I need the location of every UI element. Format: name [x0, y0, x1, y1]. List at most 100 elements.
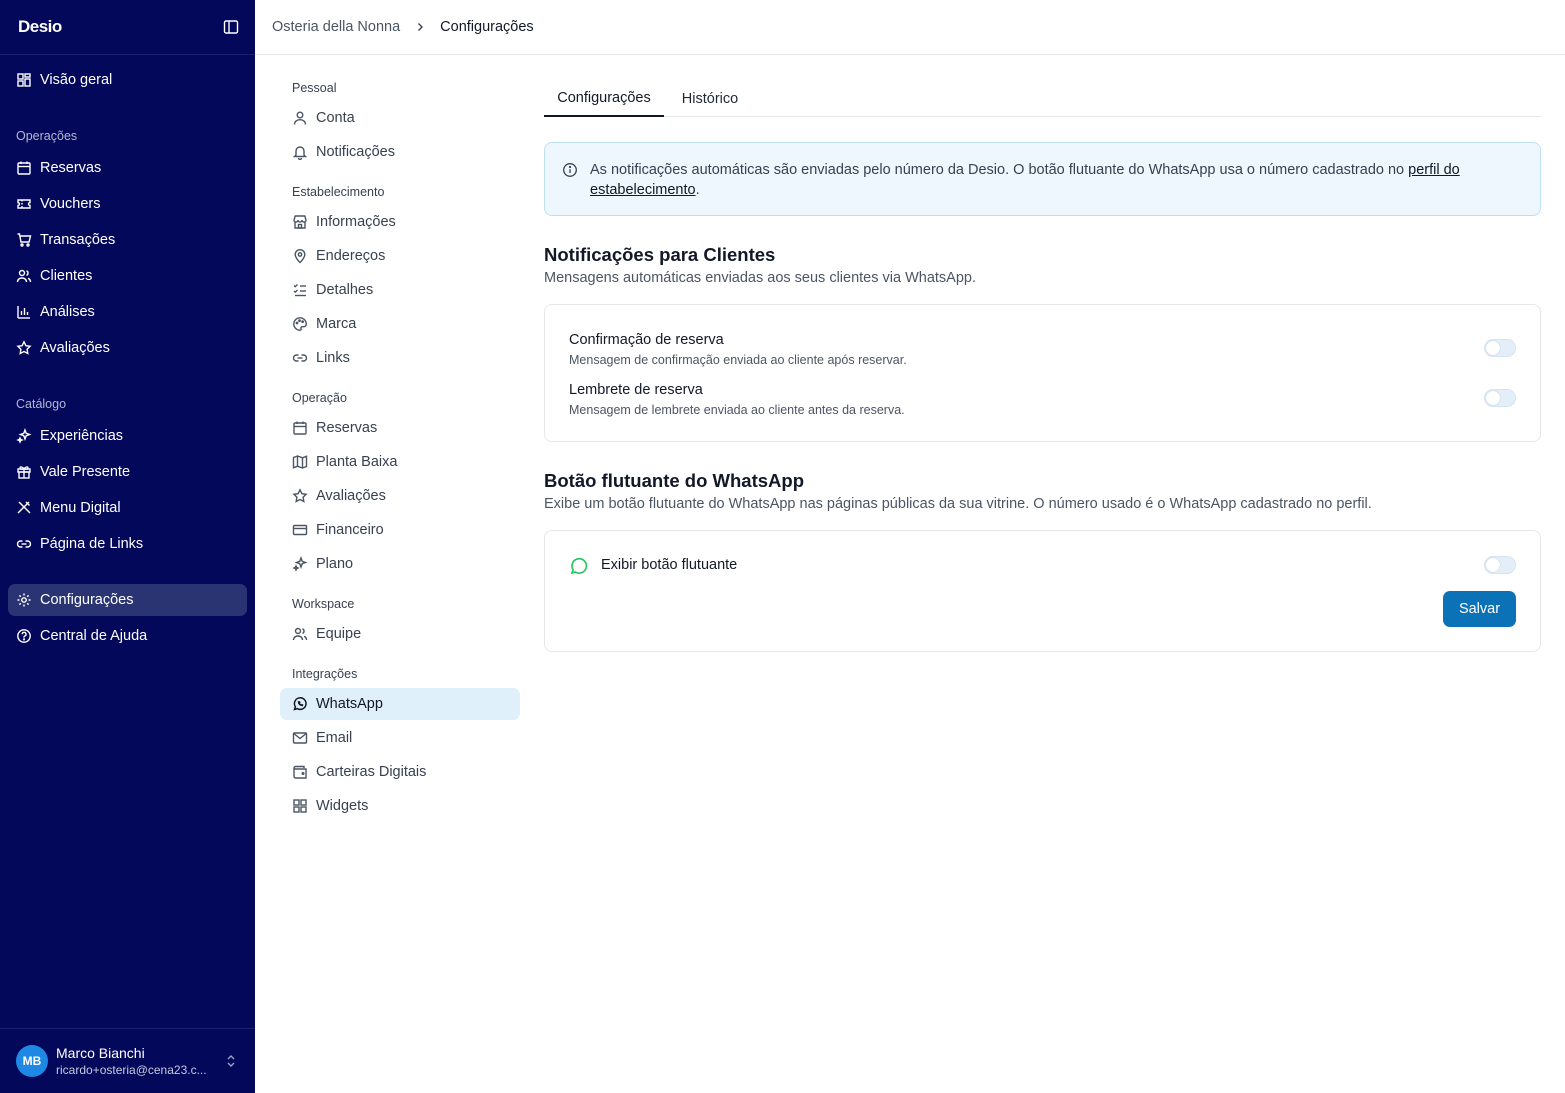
- brand-row: Desio: [0, 0, 255, 55]
- settings-item-label: Avaliações: [316, 488, 386, 504]
- user-email: ricardo+osteria@cena23.c...: [56, 1063, 207, 1077]
- settings-item-links[interactable]: Links: [280, 342, 520, 374]
- save-button[interactable]: Salvar: [1443, 591, 1516, 627]
- settings-item-informacoes[interactable]: Informações: [280, 206, 520, 238]
- mail-icon: [292, 732, 308, 744]
- avatar: MB: [16, 1045, 48, 1077]
- credit-card-icon: [292, 524, 308, 536]
- floating-button-toggle[interactable]: [1484, 556, 1516, 574]
- app-logo[interactable]: Desio: [18, 17, 62, 37]
- sidebar-section-operations: Operações: [16, 129, 78, 143]
- settings-item-label: Email: [316, 730, 353, 746]
- floating-button-description: Exibe um botão flutuante do WhatsApp nas…: [544, 496, 1372, 512]
- sidebar-item-clientes[interactable]: Clientes: [8, 260, 247, 292]
- users-icon: [16, 269, 32, 283]
- booking-reminder-toggle[interactable]: [1484, 389, 1516, 407]
- sparkles-icon: [292, 556, 308, 572]
- tab-configuracoes[interactable]: Configurações: [544, 80, 664, 117]
- sidebar-item-label: Transações: [40, 232, 116, 248]
- floating-button-card: Exibir botão flutuante Salvar: [544, 530, 1541, 652]
- sidebar-item-transacoes[interactable]: Transações: [8, 224, 247, 256]
- floating-button-title: Botão flutuante do WhatsApp: [544, 470, 804, 491]
- booking-confirmation-title: Confirmação de reserva: [569, 332, 724, 348]
- tab-historico[interactable]: Histórico: [668, 80, 752, 117]
- info-icon: [563, 163, 577, 177]
- sidebar-item-menu-digital[interactable]: Menu Digital: [8, 492, 247, 524]
- user-menu[interactable]: MB Marco Bianchi ricardo+osteria@cena23.…: [0, 1028, 255, 1093]
- chevron-up-down-icon[interactable]: [223, 1053, 239, 1069]
- calendar-icon: [17, 161, 31, 175]
- link-icon: [16, 540, 32, 548]
- booking-confirmation-toggle[interactable]: [1484, 339, 1516, 357]
- settings-item-detalhes[interactable]: Detalhes: [280, 274, 520, 306]
- settings-item-marca[interactable]: Marca: [280, 308, 520, 340]
- settings-item-email[interactable]: Email: [280, 722, 520, 754]
- sidebar-item-reservas[interactable]: Reservas: [8, 152, 247, 184]
- settings-item-planta-baixa[interactable]: Planta Baixa: [280, 446, 520, 478]
- sidebar-item-label: Vouchers: [40, 196, 101, 212]
- settings-item-label: Financeiro: [316, 522, 384, 538]
- user-info: Marco Bianchi ricardo+osteria@cena23.c..…: [56, 1045, 221, 1077]
- settings-section-workspace: Workspace: [292, 597, 355, 611]
- sidebar-item-central-de-ajuda[interactable]: Central de Ajuda: [8, 620, 247, 652]
- settings-item-notificacoes[interactable]: Notificações: [280, 136, 520, 168]
- settings-item-label: Links: [316, 350, 350, 366]
- sidebar-item-pagina-de-links[interactable]: Página de Links: [8, 528, 247, 560]
- breadcrumb-root[interactable]: Osteria della Nonna: [272, 19, 400, 35]
- message-circle-icon: [570, 557, 588, 575]
- tab-bar: Configurações Histórico: [544, 80, 1541, 117]
- sidebar-section-catalog: Catálogo: [16, 397, 67, 411]
- sidebar-item-label: Visão geral: [40, 72, 113, 88]
- settings-item-avaliacoes[interactable]: Avaliações: [280, 480, 520, 512]
- settings-item-equipe[interactable]: Equipe: [280, 618, 520, 650]
- settings-section-establishment: Estabelecimento: [292, 185, 385, 199]
- help-circle-icon: [17, 629, 31, 643]
- settings-item-label: Notificações: [316, 144, 395, 160]
- settings-item-enderecos[interactable]: Endereços: [280, 240, 520, 272]
- map-pin-icon: [294, 249, 306, 264]
- bell-icon: [292, 146, 308, 160]
- map-icon: [292, 455, 308, 469]
- toggle-knob: [1486, 341, 1500, 355]
- calendar-icon: [293, 421, 307, 435]
- settings-item-label: Carteiras Digitais: [316, 764, 427, 780]
- sidebar-item-configuracoes[interactable]: Configurações: [8, 584, 247, 616]
- booking-confirmation-description: Mensagem de confirmação enviada ao clien…: [569, 353, 907, 367]
- sidebar-item-label: Vale Presente: [40, 464, 131, 480]
- sidebar-item-label: Reservas: [40, 160, 102, 176]
- sidebar-item-experiencias[interactable]: Experiências: [8, 420, 247, 452]
- sidebar-item-vouchers[interactable]: Vouchers: [8, 188, 247, 220]
- sidebar-item-label: Central de Ajuda: [40, 628, 148, 644]
- sidebar-item-avaliacoes[interactable]: Avaliações: [8, 332, 247, 364]
- settings-item-plano[interactable]: Plano: [280, 548, 520, 580]
- settings-section-operation: Operação: [292, 391, 347, 405]
- settings-item-conta[interactable]: Conta: [280, 102, 520, 134]
- settings-item-widgets[interactable]: Widgets: [280, 790, 520, 822]
- settings-item-label: Planta Baixa: [316, 454, 398, 470]
- floating-button-label: Exibir botão flutuante: [601, 557, 738, 573]
- sidebar-item-label: Página de Links: [40, 536, 144, 552]
- settings-item-label: Detalhes: [316, 282, 374, 298]
- list-checks-icon: [293, 283, 306, 297]
- settings-item-whatsapp[interactable]: WhatsApp: [280, 688, 520, 720]
- sidebar-item-overview[interactable]: Visão geral: [8, 64, 247, 96]
- sidebar-item-analises[interactable]: Análises: [8, 296, 247, 328]
- grid-icon: [293, 799, 307, 813]
- sidebar-toggle-icon[interactable]: [221, 17, 241, 37]
- wallet-icon: [293, 765, 307, 779]
- settings-section-integrations: Integrações: [292, 667, 358, 681]
- booking-reminder-description: Mensagem de lembrete enviada ao cliente …: [569, 403, 905, 417]
- sidebar-item-vale-presente[interactable]: Vale Presente: [8, 456, 247, 488]
- sidebar-item-label: Experiências: [40, 428, 124, 444]
- settings-item-carteiras-digitais[interactable]: Carteiras Digitais: [280, 756, 520, 788]
- settings-item-financeiro[interactable]: Financeiro: [280, 514, 520, 546]
- client-notifications-description: Mensagens automáticas enviadas aos seus …: [544, 270, 977, 286]
- user-icon: [293, 111, 307, 125]
- user-name: Marco Bianchi: [56, 1045, 145, 1061]
- settings-item-reservas[interactable]: Reservas: [280, 412, 520, 444]
- main-sidebar: Desio Visão geral Operações Reservas Vou…: [0, 0, 255, 1093]
- sparkles-icon: [16, 428, 32, 444]
- info-banner: As notificações automáticas são enviadas…: [544, 142, 1541, 216]
- grid-icon: [17, 73, 31, 87]
- settings-item-label: Endereços: [316, 248, 386, 264]
